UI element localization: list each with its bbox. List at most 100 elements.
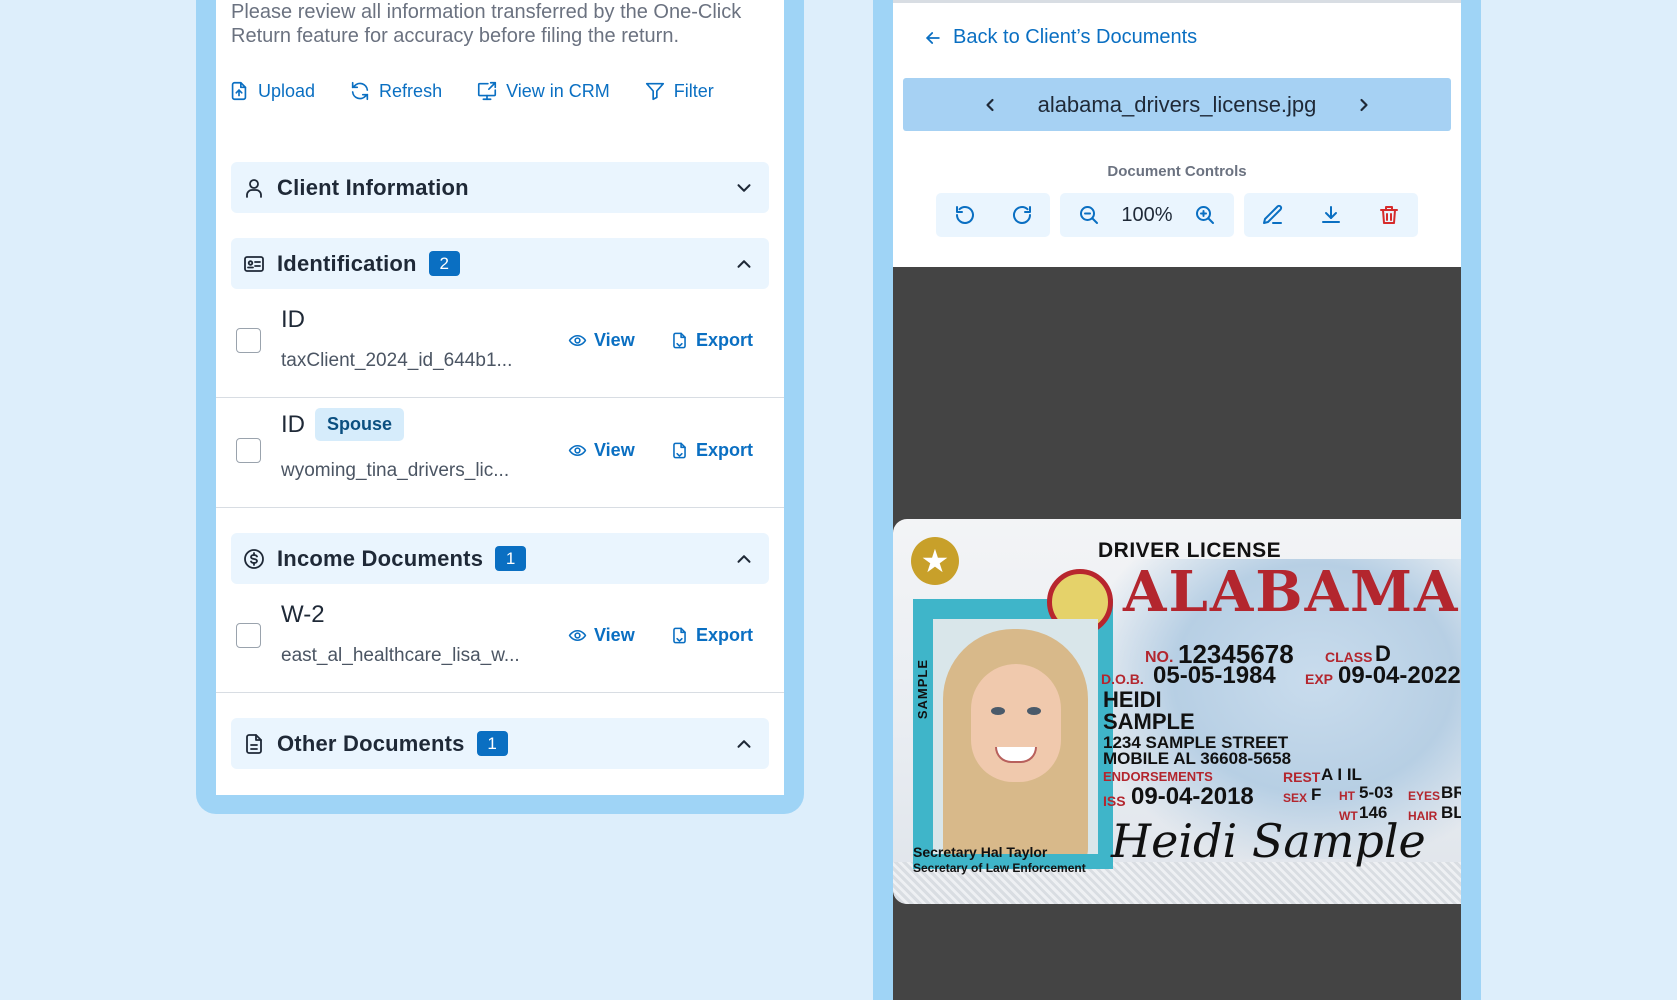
section-title: Other Documents <box>277 730 465 756</box>
count-badge: 1 <box>495 546 527 571</box>
zoom-in-icon <box>1195 206 1214 224</box>
chevron-left-icon <box>985 98 994 111</box>
export-document-button[interactable]: Export <box>670 440 753 461</box>
document-title-wrap: W-2 <box>281 601 325 629</box>
document-checkbox[interactable] <box>236 623 261 648</box>
photo-eye <box>991 707 1005 715</box>
drivers-license-image: ★ DRIVER LICENSE ALABAMA SAMPLE NO. 1234… <box>893 519 1461 904</box>
license-ht: 5-03 <box>1359 783 1394 802</box>
license-rest: A I IL <box>1321 765 1362 784</box>
license-exp-label: EXP <box>1305 671 1334 687</box>
refresh-button[interactable]: Refresh <box>345 76 446 106</box>
license-rest-label: REST <box>1283 769 1321 785</box>
document-filename: taxClient_2024_id_644b1... <box>281 350 513 371</box>
zoom-in-button[interactable] <box>1175 193 1234 237</box>
chevron-up-icon[interactable] <box>733 548 755 570</box>
upload-button[interactable]: Upload <box>224 76 319 106</box>
document-row: ID Spouse wyoming_tina_drivers_lic... Vi… <box>216 398 784 508</box>
back-link-label: Back to Client’s Documents <box>953 26 1198 48</box>
id-card-icon <box>241 251 267 277</box>
export-file-icon <box>673 332 686 349</box>
license-endorsements-label: ENDORSEMENTS <box>1103 769 1213 784</box>
document-preview-area[interactable]: ★ DRIVER LICENSE ALABAMA SAMPLE NO. 1234… <box>893 267 1461 1000</box>
view-document-button[interactable]: View <box>568 625 635 646</box>
refresh-label: Refresh <box>379 80 443 101</box>
view-in-crm-label: View in CRM <box>506 80 610 101</box>
license-hair: BL <box>1441 803 1461 822</box>
eye-icon <box>568 334 587 347</box>
previous-file-button[interactable] <box>978 93 1002 117</box>
chevron-down-icon[interactable] <box>733 177 755 199</box>
export-label: Export <box>696 330 754 350</box>
export-document-button[interactable]: Export <box>670 330 753 351</box>
zoom-controls: 100% <box>1060 193 1234 237</box>
filter-icon <box>645 82 664 101</box>
dollar-circle-icon <box>241 546 267 572</box>
rotate-right-button[interactable] <box>993 193 1050 237</box>
secretary-name: Secretary Hal Taylor <box>913 844 1048 860</box>
document-controls-label: Document Controls <box>1107 163 1247 180</box>
document-row: W-2 east_al_healthcare_lisa_w... View Ex… <box>216 583 784 693</box>
license-ht-label: HT <box>1339 789 1355 803</box>
sample-vertical-text: SAMPLE <box>915 659 930 720</box>
chevron-up-icon[interactable] <box>733 733 755 755</box>
document-title: ID <box>281 410 305 438</box>
document-title: W-2 <box>281 601 325 628</box>
view-label: View <box>594 625 635 645</box>
spouse-tag: Spouse <box>315 408 405 441</box>
delete-button[interactable] <box>1360 193 1418 237</box>
document-checkbox[interactable] <box>236 328 261 353</box>
view-document-button[interactable]: View <box>568 440 635 461</box>
section-income-documents[interactable]: Income Documents 1 <box>231 533 769 584</box>
view-document-button[interactable]: View <box>568 330 635 351</box>
divider <box>893 0 1461 3</box>
eye-icon <box>568 444 587 457</box>
star-icon: ★ <box>911 537 959 585</box>
secretary-title: Secretary of Law Enforcement <box>913 861 1086 875</box>
document-row: ID taxClient_2024_id_644b1... View Expor… <box>216 288 784 398</box>
download-button[interactable] <box>1302 193 1360 237</box>
photo-face <box>971 664 1061 782</box>
count-badge: 1 <box>476 731 508 756</box>
section-identification[interactable]: Identification 2 <box>231 238 769 289</box>
filter-label: Filter <box>673 80 714 101</box>
back-to-documents-link[interactable]: Back to Client’s Documents <box>923 26 1197 49</box>
document-checkbox[interactable] <box>236 438 261 463</box>
license-signature: Heidi Sample <box>1111 814 1426 868</box>
rotate-controls <box>936 193 1050 237</box>
edit-button[interactable] <box>1244 193 1302 237</box>
count-badge: 2 <box>428 251 460 276</box>
export-label: Export <box>696 440 754 460</box>
edit-controls <box>1244 193 1418 237</box>
file-navigator: alabama_drivers_license.jpg <box>903 78 1451 131</box>
document-title: ID <box>281 306 305 333</box>
document-filename: wyoming_tina_drivers_lic... <box>281 460 510 481</box>
filter-button[interactable]: Filter <box>640 76 718 106</box>
view-in-crm-button[interactable]: View in CRM <box>472 76 614 106</box>
secretary-block: Secretary Hal Taylor Secretary of Law En… <box>913 844 1086 876</box>
zoom-level: 100% <box>1121 203 1173 226</box>
photo-eye <box>1027 707 1041 715</box>
next-file-button[interactable] <box>1352 93 1376 117</box>
export-label: Export <box>696 625 754 645</box>
chevron-right-icon <box>1360 98 1368 111</box>
eye-icon <box>568 629 587 642</box>
rotate-right-icon <box>1012 206 1031 224</box>
section-client-information[interactable]: Client Information <box>231 162 769 213</box>
license-eyes-label: EYES <box>1408 789 1441 803</box>
rotate-left-icon <box>955 206 974 224</box>
document-title-wrap: ID <box>281 306 305 334</box>
upload-label: Upload <box>258 80 316 101</box>
license-exp: 09-04-2022 <box>1338 662 1461 689</box>
export-file-icon <box>673 627 686 644</box>
rotate-left-button[interactable] <box>936 193 993 237</box>
review-notice: Please review all information transferre… <box>231 1 742 47</box>
export-document-button[interactable]: Export <box>670 625 753 646</box>
section-other-documents[interactable]: Other Documents 1 <box>231 718 769 769</box>
section-title: Income Documents <box>277 545 484 571</box>
license-photo <box>933 619 1098 854</box>
chevron-up-icon[interactable] <box>733 253 755 275</box>
license-sex-label: SEX <box>1283 791 1308 805</box>
view-label: View <box>594 440 635 460</box>
zoom-out-button[interactable] <box>1060 193 1119 237</box>
